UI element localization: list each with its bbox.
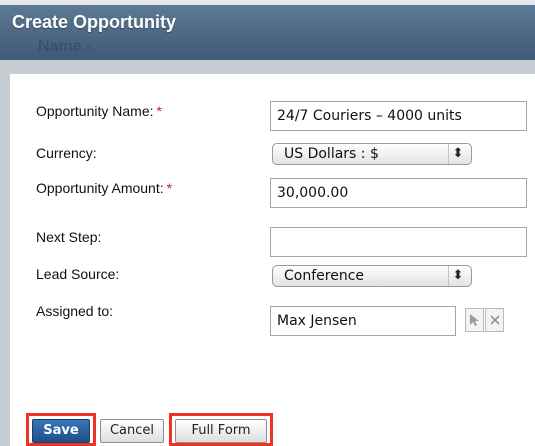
save-button[interactable]: Save (32, 419, 90, 443)
currency-select[interactable]: US Dollars : $ ⬍ (272, 143, 472, 165)
currency-label: Currency: (36, 145, 97, 161)
full-form-button[interactable]: Full Form (175, 419, 267, 443)
lead-source-selected-value: Conference (284, 268, 365, 284)
lead-source-label: Lead Source: (36, 266, 120, 282)
currency-selected-value: US Dollars : $ (284, 146, 379, 162)
opportunity-name-input[interactable]: 24/7 Couriers – 4000 units (270, 101, 527, 131)
lead-source-select[interactable]: Conference ⬍ (272, 265, 472, 287)
next-step-input[interactable] (270, 227, 527, 257)
dialog-left-border (0, 74, 10, 446)
opportunity-amount-input[interactable]: 30,000.00 (270, 178, 527, 208)
select-arrows-icon: ⬍ (448, 144, 467, 164)
cursor-arrow-icon (470, 314, 479, 326)
background-column-name: Name ≡ (38, 38, 93, 55)
assigned-to-label: Assigned to: (36, 303, 114, 319)
select-user-button[interactable] (465, 308, 484, 332)
required-marker: * (156, 103, 162, 119)
select-arrows-icon: ⬍ (448, 266, 467, 286)
sort-icon: ≡ (85, 40, 93, 54)
cancel-button[interactable]: Cancel (100, 419, 164, 443)
dialog-title: Create Opportunity (12, 12, 177, 32)
background-band (0, 60, 535, 74)
assigned-to-input[interactable]: Max Jensen (270, 306, 456, 336)
clear-user-button[interactable] (485, 308, 504, 332)
close-icon (489, 315, 500, 325)
opportunity-amount-label: Opportunity Amount: * (36, 180, 173, 196)
required-marker: * (166, 180, 173, 196)
next-step-label: Next Step: (36, 229, 102, 245)
opportunity-name-label: Opportunity Name: * (36, 103, 162, 119)
